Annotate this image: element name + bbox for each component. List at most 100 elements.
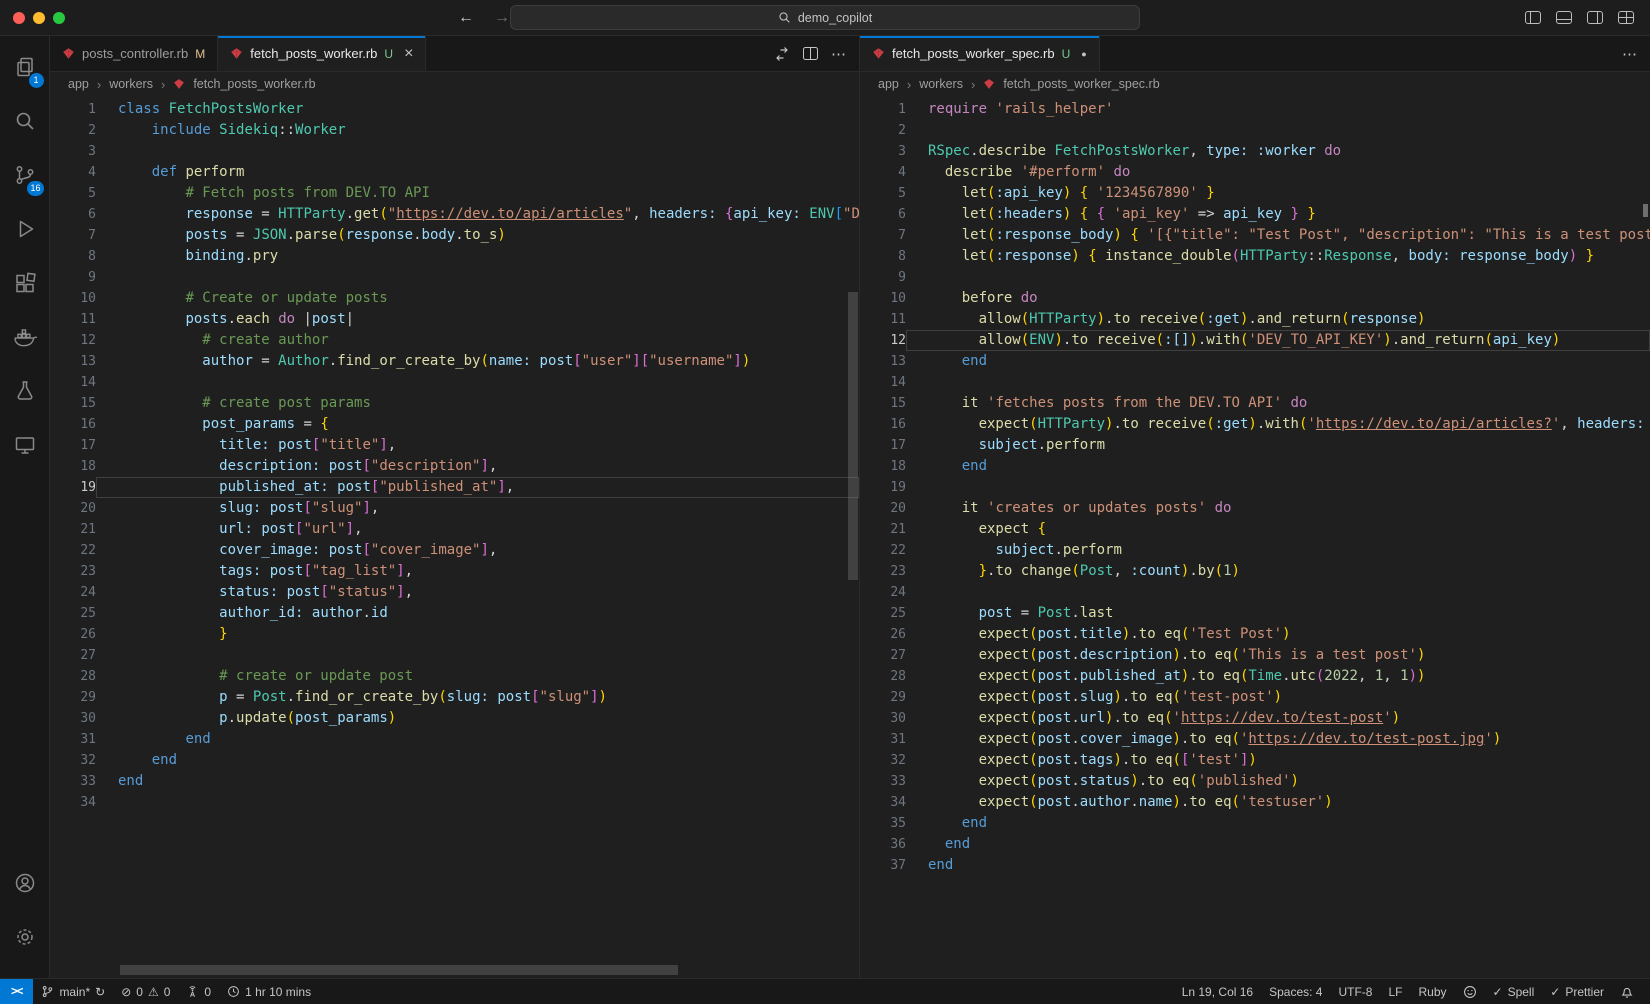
line-number[interactable]: 21: [860, 519, 906, 540]
line-number[interactable]: 32: [50, 750, 96, 771]
code-line-3[interactable]: 3RSpec.describe FetchPostsWorker, type: …: [860, 141, 1650, 162]
code-line-34[interactable]: 34: [50, 792, 859, 813]
tab-posts-controller[interactable]: posts_controller.rb M: [50, 36, 218, 71]
line-number[interactable]: 7: [860, 225, 906, 246]
customize-layout-icon[interactable]: [1618, 11, 1634, 24]
code-line-18[interactable]: 18 description: post["description"],: [50, 456, 859, 477]
code-line-9[interactable]: 9: [860, 267, 1650, 288]
code-line-28[interactable]: 28 expect(post.published_at).to eq(Time.…: [860, 666, 1650, 687]
line-number[interactable]: 7: [50, 225, 96, 246]
line-number[interactable]: 8: [50, 246, 96, 267]
line-number[interactable]: 18: [50, 456, 96, 477]
code-line-16[interactable]: 16 expect(HTTParty).to receive(:get).wit…: [860, 414, 1650, 435]
line-number[interactable]: 15: [50, 393, 96, 414]
line-number[interactable]: 34: [860, 792, 906, 813]
code-line-9[interactable]: 9: [50, 267, 859, 288]
code-line-25[interactable]: 25 post = Post.last: [860, 603, 1650, 624]
code-line-33[interactable]: 33end: [50, 771, 859, 792]
tab-fetch-posts-worker-spec[interactable]: fetch_posts_worker_spec.rb U ●: [860, 36, 1100, 71]
code-line-35[interactable]: 35 end: [860, 813, 1650, 834]
line-number[interactable]: 29: [860, 687, 906, 708]
code-line-7[interactable]: 7 posts = JSON.parse(response.body.to_s): [50, 225, 859, 246]
breadcrumb-item[interactable]: workers: [919, 77, 963, 91]
macos-minimize-button[interactable]: [33, 12, 45, 24]
code-line-18[interactable]: 18 end: [860, 456, 1650, 477]
cursor-position-item[interactable]: Ln 19, Col 16: [1174, 985, 1261, 999]
line-number[interactable]: 28: [860, 666, 906, 687]
line-number[interactable]: 30: [50, 708, 96, 729]
code-line-5[interactable]: 5 # Fetch posts from DEV.TO API: [50, 183, 859, 204]
line-number[interactable]: 18: [860, 456, 906, 477]
line-number[interactable]: 31: [860, 729, 906, 750]
spell-checker-item[interactable]: ✓ Spell: [1485, 985, 1543, 999]
open-changes-icon[interactable]: [774, 46, 790, 62]
line-number[interactable]: 12: [860, 330, 906, 351]
code-line-10[interactable]: 10 before do: [860, 288, 1650, 309]
breadcrumb-item[interactable]: fetch_posts_worker_spec.rb: [1003, 77, 1159, 91]
more-actions-icon[interactable]: ⋯: [1622, 45, 1638, 63]
line-number[interactable]: 10: [860, 288, 906, 309]
more-actions-icon[interactable]: ⋯: [831, 45, 847, 63]
code-line-30[interactable]: 30 p.update(post_params): [50, 708, 859, 729]
forward-icon[interactable]: →: [494, 9, 510, 27]
horizontal-scrollbar[interactable]: [120, 965, 678, 975]
line-number[interactable]: 5: [50, 183, 96, 204]
line-number[interactable]: 4: [50, 162, 96, 183]
code-line-29[interactable]: 29 expect(post.slug).to eq('test-post'): [860, 687, 1650, 708]
line-number[interactable]: 6: [50, 204, 96, 225]
line-number[interactable]: 16: [860, 414, 906, 435]
line-number[interactable]: 22: [860, 540, 906, 561]
line-number[interactable]: 29: [50, 687, 96, 708]
code-line-21[interactable]: 21 url: post["url"],: [50, 519, 859, 540]
git-branch-item[interactable]: main* ↻: [33, 985, 113, 999]
line-number[interactable]: 33: [860, 771, 906, 792]
line-number[interactable]: 24: [50, 582, 96, 603]
line-number[interactable]: 28: [50, 666, 96, 687]
line-number[interactable]: 13: [860, 351, 906, 372]
code-line-4[interactable]: 4 describe '#perform' do: [860, 162, 1650, 183]
line-number[interactable]: 36: [860, 834, 906, 855]
code-line-6[interactable]: 6 response = HTTParty.get("https://dev.t…: [50, 204, 859, 225]
line-number[interactable]: 26: [860, 624, 906, 645]
left-editor[interactable]: 1class FetchPostsWorker2 include Sidekiq…: [50, 96, 859, 978]
code-line-20[interactable]: 20 slug: post["slug"],: [50, 498, 859, 519]
sync-icon[interactable]: ↻: [95, 986, 105, 998]
code-line-20[interactable]: 20 it 'creates or updates posts' do: [860, 498, 1650, 519]
code-line-25[interactable]: 25 author_id: author.id: [50, 603, 859, 624]
code-line-36[interactable]: 36 end: [860, 834, 1650, 855]
line-number[interactable]: 24: [860, 582, 906, 603]
split-editor-icon[interactable]: [803, 47, 818, 60]
code-line-14[interactable]: 14: [50, 372, 859, 393]
code-line-26[interactable]: 26 expect(post.title).to eq('Test Post'): [860, 624, 1650, 645]
code-line-2[interactable]: 2 include Sidekiq::Worker: [50, 120, 859, 141]
code-line-13[interactable]: 13 author = Author.find_or_create_by(nam…: [50, 351, 859, 372]
code-line-11[interactable]: 11 allow(HTTParty).to receive(:get).and_…: [860, 309, 1650, 330]
toggle-primary-sidebar-icon[interactable]: [1525, 11, 1541, 24]
code-line-11[interactable]: 11 posts.each do |post|: [50, 309, 859, 330]
close-icon[interactable]: ×: [404, 46, 413, 62]
code-line-16[interactable]: 16 post_params = {: [50, 414, 859, 435]
code-line-33[interactable]: 33 expect(post.status).to eq('published'…: [860, 771, 1650, 792]
line-number[interactable]: 14: [860, 372, 906, 393]
timer-item[interactable]: 1 hr 10 mins: [219, 985, 319, 999]
code-line-8[interactable]: 8 let(:response) { instance_double(HTTPa…: [860, 246, 1650, 267]
line-number[interactable]: 4: [860, 162, 906, 183]
code-line-23[interactable]: 23 }.to change(Post, :count).by(1): [860, 561, 1650, 582]
code-line-34[interactable]: 34 expect(post.author.name).to eq('testu…: [860, 792, 1650, 813]
line-number[interactable]: 22: [50, 540, 96, 561]
line-number[interactable]: 2: [50, 120, 96, 141]
explorer-icon[interactable]: 1: [1, 44, 49, 90]
code-line-15[interactable]: 15 it 'fetches posts from the DEV.TO API…: [860, 393, 1650, 414]
toggle-secondary-sidebar-icon[interactable]: [1587, 11, 1603, 24]
line-number[interactable]: 27: [860, 645, 906, 666]
line-number[interactable]: 6: [860, 204, 906, 225]
code-line-13[interactable]: 13 end: [860, 351, 1650, 372]
line-number[interactable]: 17: [860, 435, 906, 456]
breadcrumb-item[interactable]: workers: [109, 77, 153, 91]
code-line-2[interactable]: 2: [860, 120, 1650, 141]
code-line-15[interactable]: 15 # create post params: [50, 393, 859, 414]
macos-close-button[interactable]: [13, 12, 25, 24]
line-number[interactable]: 32: [860, 750, 906, 771]
unsaved-dot-icon[interactable]: ●: [1081, 49, 1086, 59]
line-number[interactable]: 23: [860, 561, 906, 582]
